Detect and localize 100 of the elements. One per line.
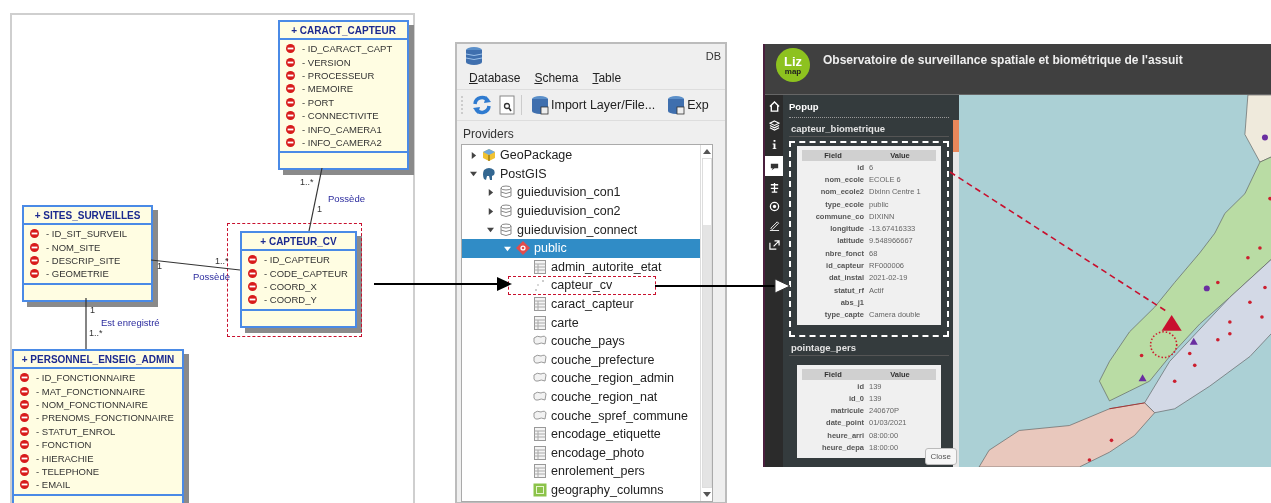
multiplicity-label: 1..* [215, 256, 229, 267]
section-title: pointage_pers [789, 336, 949, 356]
scroll-up-icon[interactable] [702, 148, 711, 154]
polygon-icon [533, 390, 547, 404]
collapse-arrow-icon[interactable] [486, 226, 494, 234]
tree-item[interactable]: couche_region_admin [462, 369, 700, 388]
table-icon [533, 464, 547, 479]
class-attribute: - CODE_CAPTEUR [264, 267, 348, 279]
tree-item[interactable]: GeoPackage [462, 146, 700, 165]
class-attribute: - INFO_CAMERA1 [302, 123, 382, 135]
close-button[interactable]: Close [924, 448, 957, 465]
tree-item[interactable]: admin_autorite_etat [462, 257, 700, 277]
target-icon [768, 201, 780, 212]
tree-item[interactable]: caract_capteur [462, 294, 700, 314]
export-button[interactable]: Exp [664, 95, 712, 115]
share-icon [768, 239, 780, 250]
private-icon [30, 242, 39, 252]
class-attribute: - VERSION [302, 56, 351, 68]
private-icon [286, 97, 295, 107]
tree-item[interactable]: carte [462, 313, 700, 332]
multiplicity-label: 1..* [89, 328, 103, 339]
multiplicity-label: 1 [157, 261, 162, 272]
private-icon [286, 111, 295, 121]
database-icon [499, 222, 513, 237]
private-icon [286, 44, 295, 54]
tree-item[interactable]: guieduvision_con1 [462, 183, 700, 202]
tree-item-label: couche_pays [551, 334, 625, 349]
class-attribute: - CONNECTIVITE [302, 110, 379, 122]
scrollbar[interactable] [700, 145, 712, 501]
private-icon [20, 386, 29, 396]
private-icon [30, 269, 39, 279]
tree-item[interactable]: capteur_cv [462, 276, 700, 295]
private-icon [20, 453, 29, 463]
tree-item[interactable]: public [462, 238, 700, 258]
tree-item[interactable]: guieduvision_connect [462, 220, 700, 239]
cube-icon [482, 148, 496, 163]
class-attribute: - COORD_X [264, 280, 317, 292]
collapse-arrow-icon[interactable] [469, 170, 477, 178]
private-icon [248, 268, 257, 278]
tree-item-label: guieduvision_connect [517, 222, 638, 237]
table-icon [533, 427, 547, 442]
signpost-icon [768, 182, 780, 193]
database-icon [465, 46, 483, 66]
class-attribute: - GEOMETRIE [46, 268, 109, 280]
import-layer-button[interactable]: Import Layer/File... [528, 95, 659, 115]
document-search-icon[interactable] [499, 95, 515, 115]
tree-item[interactable]: encodage_photo [462, 443, 700, 463]
class-attribute: - COORD_Y [264, 294, 317, 306]
tree-item[interactable]: enrolement_pers [462, 462, 700, 481]
private-icon [20, 466, 29, 476]
database-icon [499, 185, 513, 200]
tree-item[interactable]: guieduvision_con2 [462, 201, 700, 221]
private-icon [20, 440, 29, 450]
class-attribute: - FONCTION [36, 439, 92, 451]
tree-item-label: geography_columns [551, 483, 664, 497]
tree-item[interactable]: couche_spref_commune [462, 406, 700, 425]
scrollbar[interactable] [953, 120, 959, 467]
window-title: DB [705, 50, 721, 62]
class-attribute: - ID_SIT_SURVEIL [46, 228, 128, 240]
expand-arrow-icon[interactable] [469, 151, 477, 159]
table-icon [533, 297, 547, 312]
tree-item-label: couche_prefecture [551, 352, 655, 367]
refresh-icon[interactable] [471, 94, 493, 116]
tree-item-label: encodage_etiquette [551, 427, 661, 442]
section-title: capteur_biometrique [789, 118, 949, 137]
tree-item-label: couche_spref_commune [551, 408, 688, 423]
tree-item[interactable]: geography_columns [462, 480, 700, 500]
class-name: + PERSONNEL_ENSEIG_ADMIN [14, 351, 182, 369]
tool-button[interactable] [765, 156, 783, 176]
tree-item[interactable]: PostGIS [462, 164, 700, 184]
panel-title: Popup [789, 101, 949, 118]
tree-item[interactable]: couche_region_nat [462, 387, 700, 407]
menu-item[interactable]: Schema [534, 71, 579, 85]
class-attribute: - DESCRIP_SITE [46, 254, 121, 266]
tree-item-label: couche_region_nat [551, 390, 658, 404]
expand-arrow-icon[interactable] [486, 207, 494, 215]
tree-item[interactable]: couche_pays [462, 331, 700, 351]
class-attribute: - PRENOMS_FONCTIONNAIRE [36, 412, 174, 424]
tree-item[interactable]: couche_prefecture [462, 350, 700, 370]
expand-arrow-icon[interactable] [486, 189, 494, 196]
view-icon [533, 483, 547, 497]
multiplicity-label: 1 [317, 204, 322, 215]
database-icon [499, 204, 513, 219]
menu-item[interactable]: Table [592, 71, 622, 85]
class-attribute: - EMAIL [36, 479, 71, 491]
private-icon [20, 426, 29, 436]
private-icon [20, 373, 29, 383]
menu-item[interactable]: Database [469, 71, 521, 85]
class-name: + CAPTEUR_CV [242, 233, 355, 251]
tree-item-label: caract_capteur [551, 297, 634, 312]
database-icon [667, 95, 686, 115]
class-attribute: - ID_CAPTEUR [264, 254, 330, 266]
table-icon [533, 259, 547, 274]
tree-item[interactable]: encodage_etiquette [462, 424, 700, 444]
polygon-icon [533, 352, 547, 367]
polygon-icon [533, 408, 547, 423]
tree-item-label: guieduvision_con1 [517, 185, 621, 200]
class-attribute: - NOM_SITE [46, 241, 101, 253]
tree-item-label: GeoPackage [500, 148, 573, 163]
scroll-down-icon[interactable] [702, 492, 711, 498]
